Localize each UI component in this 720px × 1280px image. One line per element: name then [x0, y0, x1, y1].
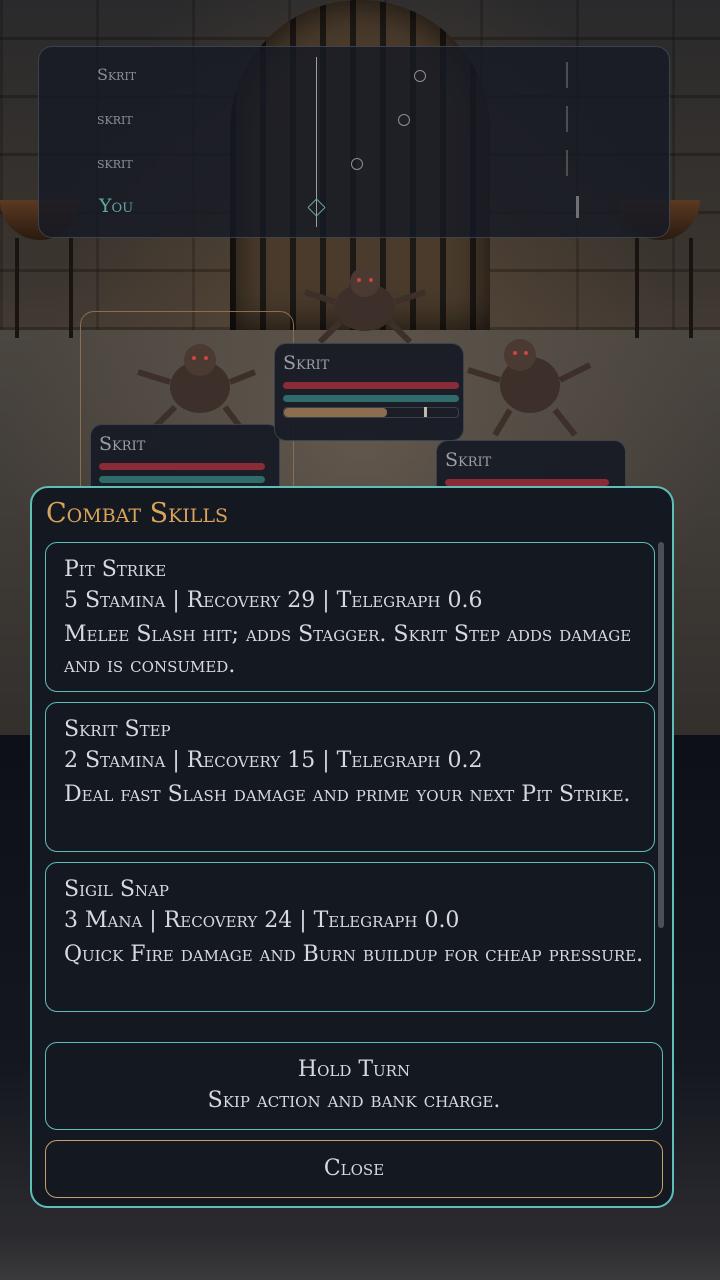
skill-description: Melee Slash hit; adds Stagger. Skrit Ste… [64, 622, 632, 678]
turn-tick [576, 196, 579, 218]
enemy-card[interactable]: Skrit [274, 343, 464, 441]
rat-enemy-sprite[interactable] [300, 262, 430, 352]
turn-marker-icon [398, 114, 410, 126]
skill-option[interactable]: Skrit Step 2 Stamina | Recovery 15 | Tel… [45, 702, 655, 852]
turn-tick [566, 150, 568, 176]
enemy-action-gauge [283, 407, 459, 418]
turn-marker-icon [414, 70, 426, 82]
close-button[interactable]: Close [45, 1140, 663, 1198]
enemy-health-bar [445, 479, 609, 486]
turn-row: skrit [39, 106, 669, 133]
skills-scrollbar[interactable] [658, 542, 664, 928]
hold-turn-description: Skip action and bank charge. [207, 1088, 501, 1113]
turn-row-you: You [39, 195, 669, 221]
skill-option[interactable]: Pit Strike 5 Stamina | Recovery 29 | Tel… [45, 542, 655, 692]
skill-name: Pit Strike [64, 557, 167, 582]
hold-turn-label: Hold Turn [297, 1057, 411, 1082]
skill-option[interactable]: Sigil Snap 3 Mana | Recovery 24 | Telegr… [45, 862, 655, 1012]
skill-cost: 5 Stamina | Recovery 29 | Telegraph 0.6 [64, 588, 483, 613]
turn-row: Skrit [39, 62, 669, 89]
enemy-name: Skrit [445, 449, 492, 471]
combat-skills-modal: Combat Skills Pit Strike 5 Stamina | Rec… [30, 486, 674, 1208]
skills-list[interactable]: Pit Strike 5 Stamina | Recovery 29 | Tel… [45, 542, 657, 1020]
skill-description: Quick Fire damage and Burn buildup for c… [64, 942, 644, 967]
skill-cost: 2 Stamina | Recovery 15 | Telegraph 0.2 [64, 748, 483, 773]
enemy-health-bar [99, 463, 265, 470]
enemy-name: Skrit [283, 352, 330, 374]
skill-name: Skrit Step [64, 717, 171, 742]
turn-marker-icon [351, 158, 363, 170]
player-turn-marker-icon [307, 198, 326, 217]
skill-name: Sigil Snap [64, 877, 169, 902]
turn-entry-name: skrit [97, 153, 133, 172]
turn-tick [566, 106, 568, 132]
turn-order-panel: Skrit skrit skrit You [38, 46, 670, 238]
turn-entry-name: skrit [97, 109, 133, 128]
turn-row: skrit [39, 150, 669, 177]
enemy-mana-bar [283, 395, 459, 402]
turn-tick [566, 62, 568, 88]
enemy-mana-bar [99, 476, 265, 483]
enemy-name: Skrit [99, 433, 146, 455]
modal-title: Combat Skills [46, 498, 229, 529]
turn-entry-name: Skrit [97, 65, 137, 84]
skill-cost: 3 Mana | Recovery 24 | Telegraph 0.0 [64, 908, 460, 933]
turn-entry-name-you: You [99, 195, 134, 217]
enemy-health-bar [283, 382, 459, 389]
skill-description: Deal fast Slash damage and prime your ne… [64, 782, 631, 807]
hold-turn-button[interactable]: Hold Turn Skip action and bank charge. [45, 1042, 663, 1130]
rat-enemy-sprite[interactable] [460, 325, 600, 440]
